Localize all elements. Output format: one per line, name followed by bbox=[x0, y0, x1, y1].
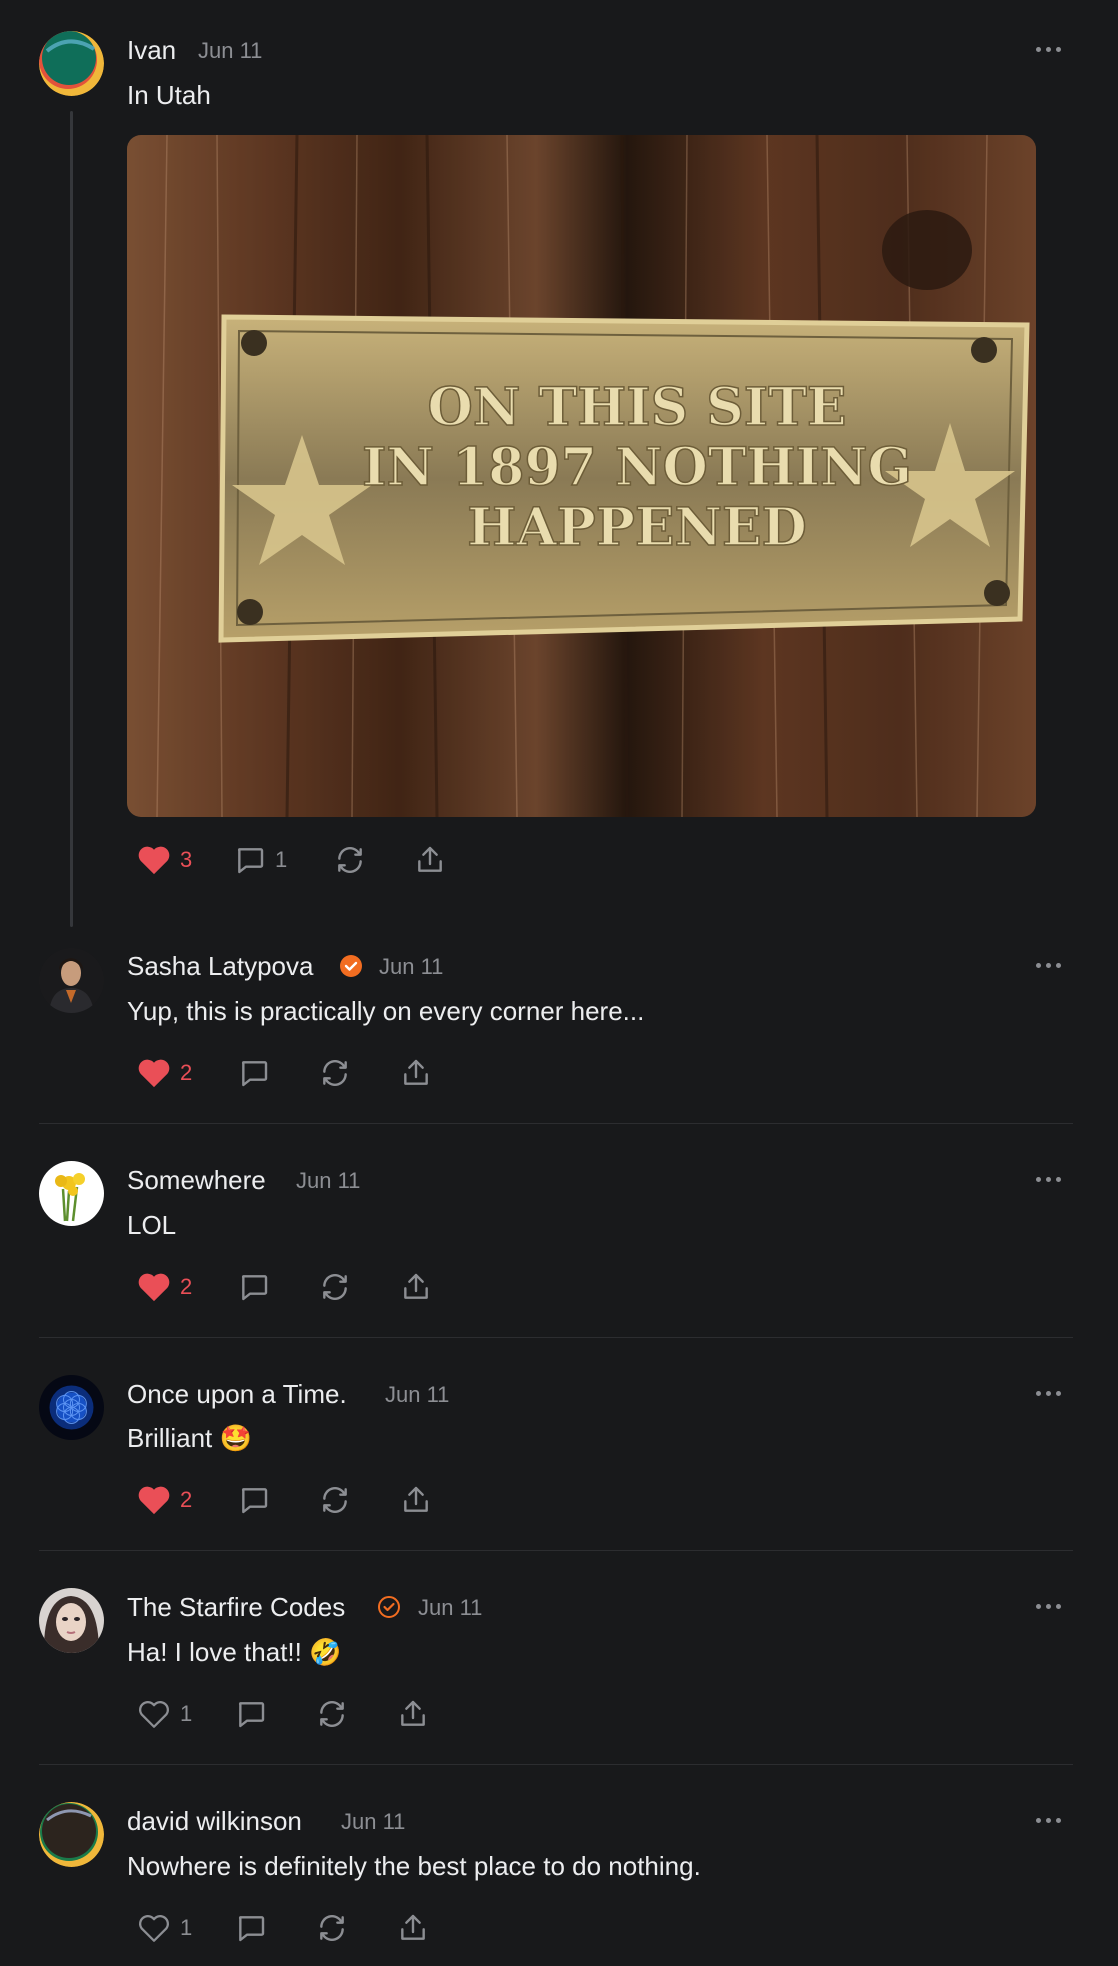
heart-icon bbox=[139, 1701, 169, 1728]
author-name[interactable]: Ivan bbox=[127, 35, 176, 65]
author-name[interactable]: david wilkinson bbox=[127, 1806, 302, 1836]
post-date: Jun 11 bbox=[296, 1168, 361, 1193]
like-count: 1 bbox=[180, 1701, 193, 1726]
comment-button[interactable]: 1 bbox=[234, 840, 287, 880]
restack-icon bbox=[323, 1274, 347, 1300]
sign-line-1: ON THIS SITE bbox=[428, 377, 847, 438]
comment-button[interactable] bbox=[235, 1694, 267, 1734]
avatar[interactable] bbox=[39, 31, 104, 96]
like-count: 1 bbox=[180, 1915, 193, 1940]
share-button[interactable] bbox=[397, 1694, 429, 1734]
comment-button[interactable] bbox=[238, 1480, 270, 1520]
share-button[interactable] bbox=[414, 840, 446, 880]
restack-button[interactable] bbox=[316, 1908, 348, 1948]
post-date: Jun 11 bbox=[379, 954, 444, 979]
comment-button[interactable] bbox=[238, 1053, 270, 1093]
share-icon bbox=[404, 1059, 428, 1085]
share-icon bbox=[401, 1914, 425, 1940]
comment-bubble-icon bbox=[241, 1488, 268, 1514]
author-name[interactable]: Once upon a Time. bbox=[127, 1379, 347, 1409]
heart-icon bbox=[138, 1486, 170, 1515]
heart-icon bbox=[138, 1273, 170, 1302]
like-count: 2 bbox=[180, 1274, 193, 1299]
like-button[interactable]: 1 bbox=[137, 1694, 192, 1734]
more-dots-icon[interactable] bbox=[1036, 1814, 1068, 1826]
heart-icon bbox=[138, 846, 170, 875]
share-icon bbox=[404, 1273, 428, 1299]
comment-bubble-icon bbox=[241, 1061, 268, 1087]
post-date: Jun 11 bbox=[341, 1809, 406, 1834]
divider bbox=[39, 1764, 1073, 1765]
comment-bubble-icon bbox=[237, 848, 264, 874]
comment-bubble-icon bbox=[238, 1916, 265, 1942]
post-date: Jun 11 bbox=[418, 1595, 483, 1620]
verified-check-icon bbox=[378, 1596, 400, 1618]
like-count: 2 bbox=[180, 1060, 193, 1085]
post-text: Ha! I love that!! 🤣 bbox=[127, 1637, 342, 1667]
restack-button[interactable] bbox=[334, 840, 366, 880]
heart-icon bbox=[139, 1915, 169, 1942]
avatar[interactable] bbox=[39, 1161, 104, 1226]
more-dots-icon[interactable] bbox=[1036, 959, 1068, 971]
post-text: In Utah bbox=[127, 80, 211, 110]
like-button[interactable]: 1 bbox=[137, 1908, 192, 1948]
more-dots-icon[interactable] bbox=[1036, 1600, 1068, 1612]
post-text: Brilliant 🤩 bbox=[127, 1423, 252, 1453]
like-button[interactable]: 2 bbox=[137, 1267, 192, 1307]
share-button[interactable] bbox=[400, 1480, 432, 1520]
post-date: Jun 11 bbox=[385, 1382, 450, 1407]
share-icon bbox=[418, 846, 442, 872]
more-dots-icon[interactable] bbox=[1036, 43, 1068, 55]
avatar[interactable] bbox=[39, 1802, 104, 1867]
share-icon bbox=[404, 1486, 428, 1512]
like-button[interactable]: 2 bbox=[137, 1053, 192, 1093]
divider bbox=[39, 1123, 1073, 1124]
avatar[interactable] bbox=[39, 1588, 104, 1653]
restack-icon bbox=[320, 1701, 344, 1727]
post-text: LOL bbox=[127, 1210, 177, 1240]
verified-check-icon bbox=[340, 955, 362, 977]
share-icon bbox=[401, 1700, 425, 1726]
post-text: Yup, this is practically on every corner… bbox=[127, 996, 645, 1026]
comment-bubble-icon bbox=[238, 1702, 265, 1728]
sign-line-3: HAPPENED bbox=[467, 497, 807, 558]
restack-button[interactable] bbox=[316, 1694, 348, 1734]
author-name[interactable]: Sasha Latypova bbox=[127, 951, 313, 981]
thread-line bbox=[70, 111, 73, 927]
author-name[interactable]: Somewhere bbox=[127, 1165, 266, 1195]
more-dots-icon[interactable] bbox=[1036, 1173, 1068, 1185]
post-text: Nowhere is definitely the best place to … bbox=[127, 1851, 701, 1881]
like-count: 3 bbox=[180, 847, 193, 872]
divider bbox=[39, 1550, 1073, 1551]
more-dots-icon[interactable] bbox=[1036, 1387, 1068, 1399]
like-button[interactable]: 3 bbox=[137, 840, 192, 880]
restack-button[interactable] bbox=[319, 1267, 351, 1307]
avatar[interactable] bbox=[39, 1375, 104, 1440]
share-button[interactable] bbox=[400, 1267, 432, 1307]
comment-bubble-icon bbox=[241, 1275, 268, 1301]
share-button[interactable] bbox=[400, 1053, 432, 1093]
comment-feed: Ivan Jun 11 In Utah ON THIS SITE IN 1897… bbox=[0, 0, 1118, 1966]
comment-button[interactable] bbox=[235, 1908, 267, 1948]
post-image[interactable]: ON THIS SITE IN 1897 NOTHING HAPPENED bbox=[127, 135, 1036, 817]
like-count: 2 bbox=[180, 1487, 193, 1512]
restack-icon bbox=[323, 1487, 347, 1513]
author-name[interactable]: The Starfire Codes bbox=[127, 1592, 345, 1622]
divider bbox=[39, 1337, 1073, 1338]
avatar[interactable] bbox=[39, 948, 104, 1013]
comment-count: 1 bbox=[275, 847, 288, 872]
restack-icon bbox=[338, 847, 362, 873]
sign-line-2: IN 1897 NOTHING bbox=[362, 437, 912, 498]
like-button[interactable]: 2 bbox=[137, 1480, 192, 1520]
post-date: Jun 11 bbox=[198, 38, 263, 63]
share-button[interactable] bbox=[397, 1908, 429, 1948]
restack-button[interactable] bbox=[319, 1480, 351, 1520]
restack-icon bbox=[323, 1060, 347, 1086]
heart-icon bbox=[138, 1059, 170, 1088]
comment-button[interactable] bbox=[238, 1267, 270, 1307]
restack-button[interactable] bbox=[319, 1053, 351, 1093]
restack-icon bbox=[320, 1915, 344, 1941]
